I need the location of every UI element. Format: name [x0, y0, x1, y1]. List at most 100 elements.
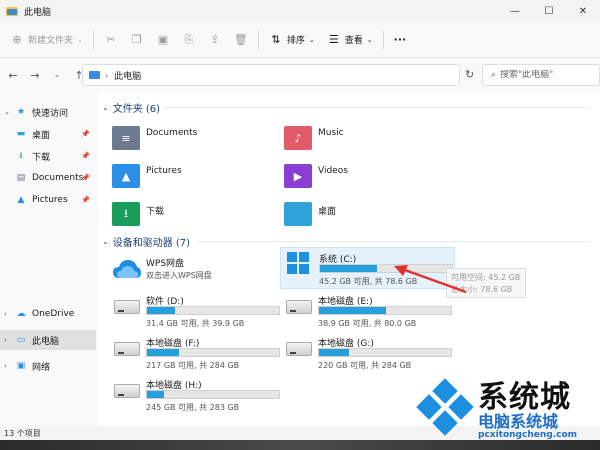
copy-button[interactable]: ❐ [124, 28, 150, 52]
sidebar-item-downloads[interactable]: ⭳ 下载 📌 [0, 146, 96, 166]
more-options-button[interactable]: ··· [388, 28, 413, 52]
command-bar: ⊕ 新建文件夹 ⌄ ✂ ❐ ▣ ⎘ ⇪ 🗑 ⇅ 排序 ⌄ ☰ 查看 ⌄ ··· [0, 22, 600, 58]
chevron-down-icon: ⌄ [102, 237, 109, 246]
annotation-arrow-icon [394, 265, 467, 294]
refresh-icon[interactable]: ↻ [465, 68, 479, 82]
recent-chevron-icon[interactable]: ⌄ [48, 66, 66, 84]
chevron-right-icon[interactable]: › [4, 362, 7, 370]
drive-e[interactable]: 本地磁盘 (E:) 38.9 GB 可用, 共 80.0 GB [280, 290, 455, 332]
folder-label: Music [318, 128, 344, 138]
network-icon: ▣ [16, 361, 26, 371]
window-title: 此电脑 [24, 7, 52, 18]
navigation-pane: ⌄ ★ 快速访问 ▬ 桌面 📌 ⭳ 下载 📌 ▤ Documents 📌 ▲ P… [0, 92, 98, 426]
drive-f[interactable]: 本地磁盘 (F:) 217 GB 可用, 共 284 GB [108, 332, 283, 374]
drive-subtitle: 双击进入WPS网盘 [146, 271, 212, 280]
drives-section-title: 设备和驱动器 (7) [112, 238, 191, 249]
paste-button[interactable]: ▣ [150, 28, 176, 52]
section-divider [198, 241, 590, 242]
chevron-right-icon[interactable]: › [4, 310, 7, 318]
hard-drive-icon [114, 384, 140, 398]
windows-logo-icon [287, 252, 309, 274]
sort-button[interactable]: ⇅ 排序 ⌄ [263, 28, 321, 52]
chevron-down-icon[interactable]: ⌄ [4, 108, 10, 116]
hard-drive-icon [114, 342, 140, 356]
search-box[interactable]: ⌕ [482, 64, 600, 86]
music-folder-icon: ♪ [284, 126, 312, 150]
hard-drive-icon [286, 342, 312, 356]
clipboard-icon: ▣ [157, 33, 169, 46]
maximize-button[interactable]: ☐ [532, 0, 566, 22]
folder-label: Videos [318, 166, 348, 176]
sort-label: 排序 [286, 36, 305, 46]
drive-space-info: 220 GB 可用, 共 284 GB [318, 361, 412, 370]
sort-icon: ⇅ [271, 33, 281, 46]
hard-drive-icon [286, 300, 312, 314]
folder-desktop[interactable]: 桌面 [284, 202, 444, 234]
close-button[interactable]: ✕ [566, 0, 600, 22]
drive-usage-fill [147, 391, 165, 398]
sidebar-item-label: Pictures [32, 195, 68, 205]
sidebar-item-label: 网络 [32, 362, 51, 373]
folders-section-header[interactable]: ⌄ 文件夹 (6) [102, 100, 160, 115]
chevron-right-icon[interactable]: › [4, 336, 7, 344]
drive-usage-fill [319, 349, 350, 356]
hard-drive-icon [114, 300, 140, 314]
drive-usage-bar [146, 306, 280, 315]
folder-videos[interactable]: ▶ Videos [284, 164, 444, 196]
minimize-button[interactable]: — [498, 0, 532, 22]
forward-arrow-icon[interactable]: → [26, 66, 44, 84]
folder-music[interactable]: ♪ Music [284, 126, 444, 158]
toolbar-divider [92, 30, 94, 49]
breadcrumb-this-pc[interactable]: 此电脑 [114, 69, 141, 82]
drive-usage-bar [318, 306, 452, 315]
sidebar-item-label: OneDrive [32, 309, 75, 319]
drive-usage-bar [146, 348, 280, 357]
drive-name: WPS网盘 [146, 259, 185, 269]
delete-button[interactable]: 🗑 [228, 28, 254, 52]
new-folder-label: 新建文件夹 [28, 36, 74, 46]
navigation-bar: ← → ⌄ ↑ › 此电脑 ↻ ⌕ [0, 58, 600, 92]
pc-icon: ▭ [16, 335, 26, 345]
pictures-folder-icon: ▲ [112, 164, 140, 188]
rename-icon: ⎘ [184, 32, 194, 46]
chevron-down-icon: ⌄ [102, 103, 109, 112]
search-input[interactable] [500, 70, 597, 80]
back-arrow-icon[interactable]: ← [4, 66, 22, 84]
share-button[interactable]: ⇪ [202, 28, 228, 52]
share-icon: ⇪ [210, 33, 220, 46]
sidebar-item-desktop[interactable]: ▬ 桌面 📌 [0, 124, 96, 144]
folder-label: Documents [146, 128, 198, 138]
drive-h[interactable]: 本地磁盘 (H:) 245 GB 可用, 共 283 GB [108, 374, 283, 416]
view-icon: ☰ [328, 33, 339, 46]
drive-space-info: 217 GB 可用, 共 284 GB [146, 361, 240, 370]
cut-button[interactable]: ✂ [98, 28, 124, 52]
chevron-down-icon: ⌄ [308, 35, 315, 44]
desktop-folder-icon [284, 202, 312, 226]
sidebar-item-pictures[interactable]: ▲ Pictures 📌 [0, 190, 96, 210]
drive-d[interactable]: 软件 (D:) 31.4 GB 可用, 共 39.9 GB [108, 290, 283, 332]
drives-section-header[interactable]: ⌄ 设备和驱动器 (7) [102, 234, 190, 249]
folder-pictures[interactable]: ▲ Pictures [112, 164, 272, 196]
pin-icon: 📌 [81, 174, 90, 182]
sidebar-item-onedrive[interactable]: › ☁ OneDrive [0, 304, 96, 324]
folder-downloads[interactable]: ⭳ 下载 [112, 202, 272, 234]
documents-icon: ▤ [16, 173, 26, 183]
pictures-icon: ▲ [17, 195, 25, 205]
desktop-icon: ▬ [16, 129, 26, 139]
new-folder-button[interactable]: ⊕ 新建文件夹 ⌄ [4, 28, 89, 52]
wps-cloud-drive[interactable]: WPS网盘 双击进入WPS网盘 [108, 252, 283, 294]
sidebar-item-documents[interactable]: ▤ Documents 📌 [0, 168, 96, 188]
rename-button[interactable]: ⎘ [176, 28, 202, 52]
sidebar-item-network[interactable]: › ▣ 网络 [0, 356, 96, 376]
sidebar-item-this-pc[interactable]: › ▭ 此电脑 [0, 330, 96, 350]
new-plus-icon: ⊕ [12, 33, 22, 46]
address-bar[interactable]: › 此电脑 [82, 64, 460, 86]
title-bar: 此电脑 — ☐ ✕ [0, 0, 600, 22]
view-button[interactable]: ☰ 查看 ⌄ [321, 28, 379, 52]
sidebar-item-label: 下载 [32, 152, 51, 163]
site-watermark: 系统城 电脑系统城 pcxitongcheng.com [416, 368, 600, 448]
folder-documents[interactable]: ≡ Documents [112, 126, 272, 158]
pc-icon [89, 71, 100, 79]
sidebar-item-label: 此电脑 [32, 336, 60, 347]
sidebar-item-quick-access[interactable]: ⌄ ★ 快速访问 [0, 102, 96, 122]
